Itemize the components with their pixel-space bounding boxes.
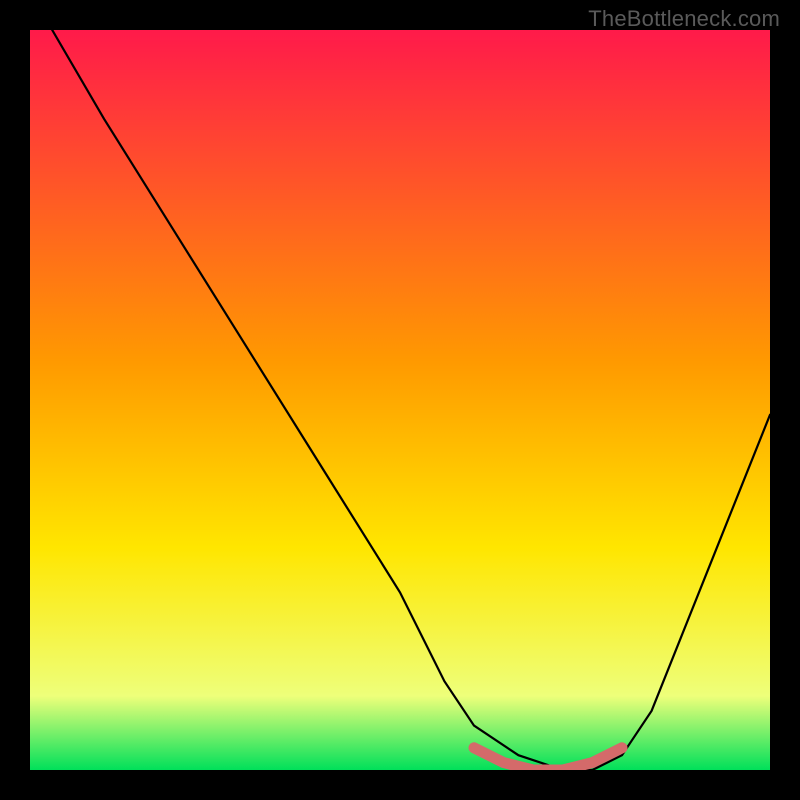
chart-container [30, 30, 770, 770]
gradient-background [30, 30, 770, 770]
watermark-text: TheBottleneck.com [588, 6, 780, 32]
bottleneck-chart [30, 30, 770, 770]
